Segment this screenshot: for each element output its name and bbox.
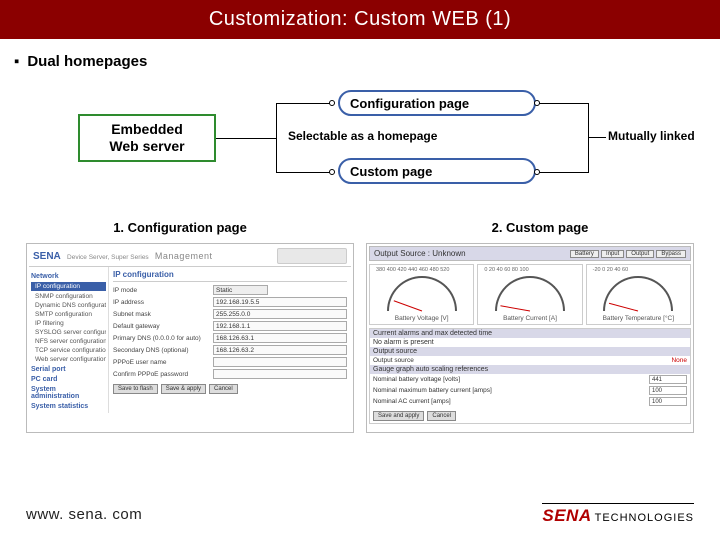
selectable-label: Selectable as a homepage [288, 129, 437, 143]
subtitle-text: Dual homepages [27, 53, 147, 70]
s2-tab-battery[interactable]: Battery [570, 250, 599, 258]
embedded-server-box: Embedded Web server [78, 114, 216, 162]
footer-logo: SENA TECHNOLOGIES [542, 503, 694, 526]
s2-gauge-temp: -20 0 20 40 60 Battery Temperature [°C] [586, 264, 691, 325]
s2-alarms-text: No alarm is present [373, 339, 434, 346]
slide-footer: www. sena. com SENA TECHNOLOGIES [0, 503, 720, 526]
s2-output-value: None [671, 357, 687, 364]
s1-cancel-button[interactable]: Cancel [209, 384, 238, 394]
screenshot-captions: 1. Configuration page 2. Custom page [0, 220, 720, 235]
s1-pppoe-user-input[interactable] [213, 357, 347, 367]
caption-right: 2. Custom page [360, 220, 720, 235]
s1-dns2-input[interactable]: 168.126.63.2 [213, 345, 347, 355]
s2-cancel-button[interactable]: Cancel [427, 411, 456, 421]
s2-nominal-voltage-input[interactable]: 441 [649, 375, 687, 384]
s1-nav-ip-config[interactable]: IP configuration [31, 282, 106, 291]
s1-sidebar: Network IP configuration SNMP configurat… [29, 267, 109, 413]
s1-ipaddr-input[interactable]: 192.168.19.5.5 [213, 297, 347, 307]
s1-ipmode-select[interactable]: Static [213, 285, 268, 295]
s1-device-image [277, 248, 347, 264]
s1-panel-title: IP configuration [113, 270, 347, 282]
s2-scaling-header: Gauge graph auto scaling references [370, 365, 690, 374]
s2-gauge-voltage: 380 400 420 440 460 480 520 Battery Volt… [369, 264, 474, 325]
configuration-page-box: Configuration page [338, 90, 536, 116]
s1-logo: SENA [33, 251, 61, 262]
s2-tab-input[interactable]: Input [601, 250, 624, 258]
s1-dns1-input[interactable]: 168.126.63.1 [213, 333, 347, 343]
s1-save-flash-button[interactable]: Save to flash [113, 384, 158, 394]
s1-subnet-input[interactable]: 255.255.0.0 [213, 309, 347, 319]
screenshot-custom-page: Output Source : Unknown Battery Input Ou… [366, 243, 694, 433]
s2-output-src-label: Output source [373, 357, 671, 364]
s2-alarms-header: Current alarms and max detected time [370, 329, 690, 338]
caption-left: 1. Configuration page [0, 220, 360, 235]
s1-save-apply-button[interactable]: Save & apply [161, 384, 206, 394]
footer-url: www. sena. com [26, 506, 142, 523]
slide-subtitle: ▪ Dual homepages [0, 39, 720, 70]
s2-gauge-current: 0 20 40 60 80 100 Battery Current [A] [477, 264, 582, 325]
s2-save-apply-button[interactable]: Save and apply [373, 411, 424, 421]
s2-nominal-ac-input[interactable]: 100 [649, 397, 687, 406]
s2-output-source-label: Output Source : Unknown [374, 249, 466, 258]
diagram: Embedded Web server Configuration page C… [0, 78, 720, 218]
bullet-icon: ▪ [14, 53, 19, 70]
s2-nominal-current-input[interactable]: 100 [649, 386, 687, 395]
s2-tab-bypass[interactable]: Bypass [656, 250, 686, 258]
custom-page-box: Custom page [338, 158, 536, 184]
s1-pppoe-pw-input[interactable] [213, 369, 347, 379]
s2-tab-output[interactable]: Output [626, 250, 654, 258]
screenshot-configuration-page: SENA Device Server, Super Series Managem… [26, 243, 354, 433]
s2-output-header: Output source [370, 347, 690, 356]
s1-gateway-input[interactable]: 192.168.1.1 [213, 321, 347, 331]
slide-title: Customization: Custom WEB (1) [0, 0, 720, 39]
mutually-linked-label: Mutually linked [608, 129, 695, 143]
